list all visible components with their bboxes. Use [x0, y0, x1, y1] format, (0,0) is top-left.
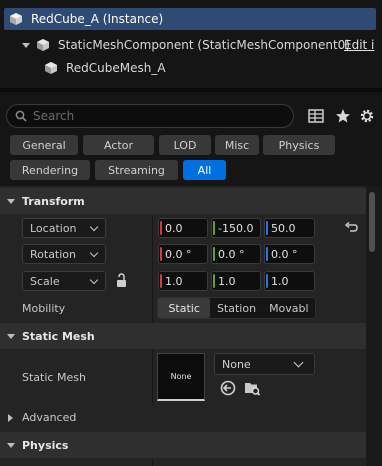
mesh-cube-icon	[45, 62, 57, 74]
category-static-mesh-title: Static Mesh	[22, 329, 95, 343]
rotation-x-field[interactable]: 0.0 °	[158, 244, 208, 264]
rotation-y-field[interactable]: 0.0 °	[211, 244, 261, 264]
location-z-field[interactable]: 50.0	[264, 218, 315, 238]
table-icon[interactable]	[307, 107, 325, 125]
location-label: Location	[30, 221, 77, 235]
edit-in-blueprint-link[interactable]: Edit i	[344, 34, 374, 56]
filter-all-button[interactable]: All	[183, 160, 226, 180]
chevron-down-icon	[293, 357, 304, 368]
advanced-label: Advanced	[22, 411, 77, 424]
search-icon	[15, 110, 27, 122]
browse-asset-icon[interactable]	[243, 379, 261, 397]
rotation-z-field[interactable]: 0.0 °	[264, 244, 315, 264]
expand-arrow-icon	[7, 199, 15, 204]
rotation-dropdown[interactable]: Rotation	[22, 244, 106, 264]
mobility-stationary-option[interactable]: Station	[210, 298, 262, 318]
advanced-row[interactable]: Advanced	[0, 405, 366, 430]
filter-general-button[interactable]: General	[10, 135, 78, 155]
tree-item-component-label: StaticMeshComponent (StaticMeshComponent…	[58, 38, 350, 52]
mobility-selector: Static Station Movabl	[157, 297, 316, 319]
expand-arrow-icon	[8, 414, 13, 422]
chevron-down-icon	[89, 248, 99, 258]
tree-item-root[interactable]: RedCube_A (Instance)	[4, 8, 376, 30]
use-selected-asset-icon[interactable]	[219, 379, 237, 397]
tree-item-root-label: RedCube_A (Instance)	[31, 12, 164, 26]
gear-icon[interactable]	[358, 107, 376, 125]
reset-to-default-icon[interactable]	[344, 221, 358, 235]
mobility-movable-option[interactable]: Movabl	[263, 298, 315, 318]
mobility-static-option[interactable]: Static	[158, 298, 211, 318]
physics-row	[0, 459, 366, 466]
mesh-thumbnail[interactable]: None	[157, 353, 205, 401]
actor-cube-icon	[10, 13, 22, 25]
expand-arrow-icon	[7, 443, 15, 448]
panel-divider[interactable]	[0, 88, 382, 92]
expand-arrow-icon	[7, 334, 15, 339]
rotation-label: Rotation	[30, 247, 77, 261]
location-dropdown[interactable]: Location	[22, 218, 106, 238]
category-static-mesh[interactable]: Static Mesh	[0, 323, 366, 349]
category-transform-title: Transform	[22, 194, 85, 208]
chevron-down-icon	[89, 275, 99, 285]
location-y-field[interactable]: -150.0	[211, 218, 261, 238]
static-mesh-value: None	[222, 357, 251, 371]
scale-dropdown[interactable]: Scale	[22, 271, 106, 291]
unlock-icon[interactable]	[115, 273, 129, 289]
static-mesh-component-icon	[37, 39, 49, 51]
category-physics[interactable]: Physics	[0, 432, 366, 458]
filter-physics-button[interactable]: Physics	[263, 135, 335, 155]
tree-item-mesh[interactable]: RedCubeMesh_A	[44, 57, 166, 79]
tree-item-mesh-label: RedCubeMesh_A	[66, 61, 166, 75]
chevron-down-icon	[89, 222, 99, 232]
static-mesh-label: Static Mesh	[22, 370, 86, 384]
location-x-field[interactable]: 0.0	[158, 218, 208, 238]
scale-label: Scale	[30, 274, 60, 288]
filter-actor-button[interactable]: Actor	[83, 135, 154, 155]
category-physics-title: Physics	[22, 438, 69, 452]
tree-item-component[interactable]: StaticMeshComponent (StaticMeshComponent…	[22, 34, 350, 56]
category-transform[interactable]: Transform	[0, 188, 366, 214]
search-input[interactable]	[33, 109, 273, 123]
mobility-label: Mobility	[22, 301, 66, 315]
scale-x-field[interactable]: 1.0	[158, 271, 208, 291]
component-hierarchy: RedCube_A (Instance) StaticMeshComponent…	[0, 0, 382, 86]
collapse-arrow-icon[interactable]	[22, 42, 30, 48]
filter-misc-button[interactable]: Misc	[215, 135, 259, 155]
scale-y-field[interactable]: 1.0	[211, 271, 261, 291]
static-mesh-dropdown[interactable]: None	[214, 353, 315, 375]
star-icon[interactable]	[334, 107, 352, 125]
search-box[interactable]	[6, 104, 294, 128]
filter-lod-button[interactable]: LOD	[159, 135, 211, 155]
filter-streaming-button[interactable]: Streaming	[95, 160, 178, 180]
scrollbar-thumb[interactable]	[369, 192, 375, 252]
scale-z-field[interactable]: 1.0	[264, 271, 315, 291]
filter-rendering-button[interactable]: Rendering	[10, 160, 90, 180]
